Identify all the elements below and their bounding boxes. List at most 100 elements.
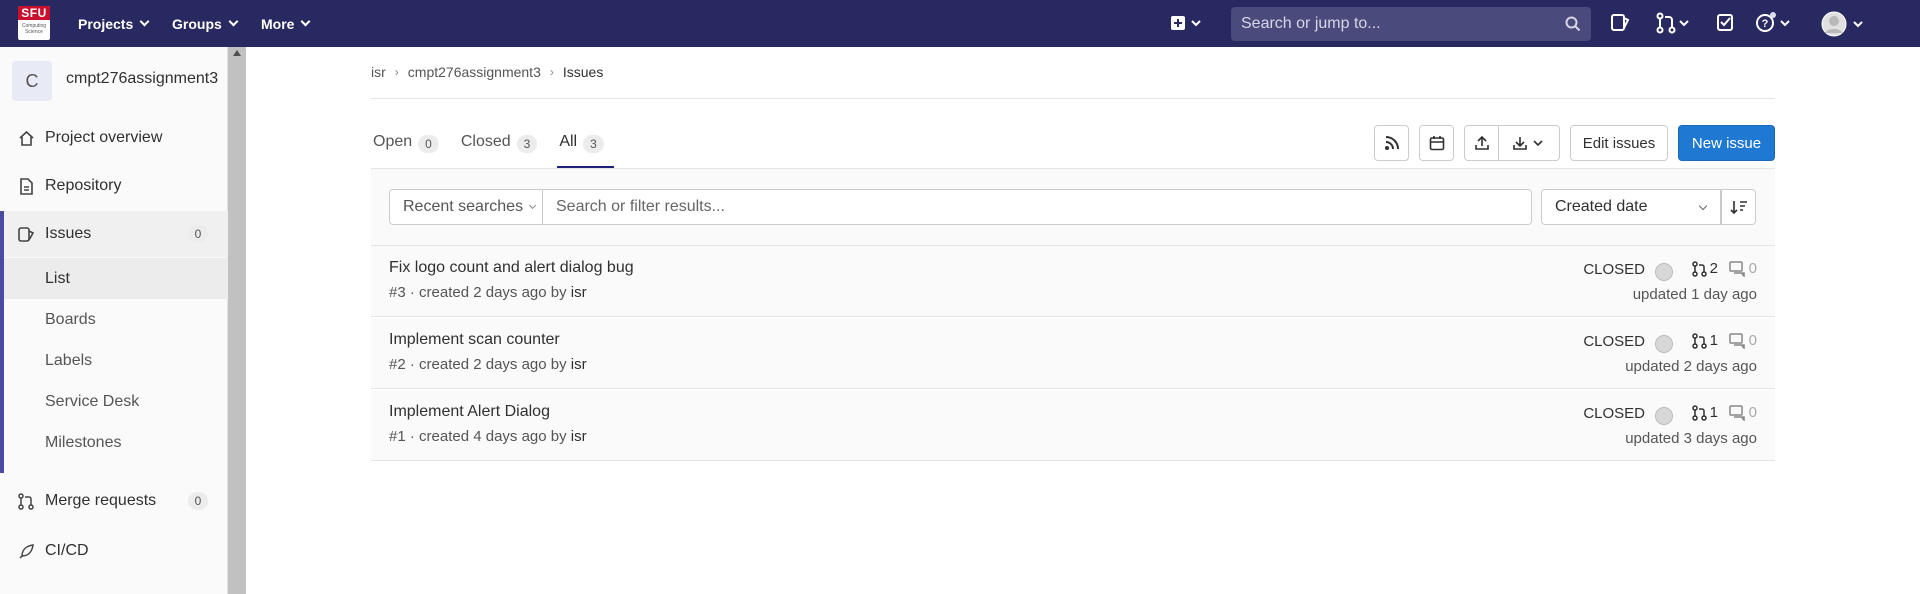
svg-text:?: ? [1762, 18, 1769, 30]
rss-icon [1384, 136, 1399, 150]
chevron-down-icon [301, 16, 311, 27]
merge-request-icon [1691, 260, 1707, 277]
new-dropdown[interactable] [1170, 12, 1204, 39]
sidebar-item-project-overview[interactable]: Project overview [0, 115, 228, 161]
merge-request-icon [1691, 332, 1707, 349]
export-dropdown-button[interactable] [1498, 125, 1560, 161]
upload-icon [1474, 135, 1489, 150]
project-name: cmpt276assignment3 [66, 70, 219, 87]
related-merge-requests: 1 [1691, 332, 1718, 349]
assignee-avatar[interactable] [1655, 407, 1673, 425]
tab-closed[interactable]: Closed 3 [459, 120, 540, 168]
issue-author-link[interactable]: isr [571, 284, 587, 301]
download-icon [1513, 137, 1543, 150]
comments-icon [1728, 404, 1745, 421]
chevron-down-icon [1698, 201, 1708, 211]
merge-request-icon [1691, 404, 1707, 421]
issues-count-badge: 0 [188, 225, 208, 243]
issue-comments[interactable]: 0 [1728, 404, 1757, 421]
assignee-avatar[interactable] [1655, 263, 1673, 281]
sidebar-scrollbar[interactable] [228, 47, 246, 594]
assignee-avatar[interactable] [1655, 335, 1673, 353]
tab-all[interactable]: All 3 [557, 120, 615, 168]
calendar-icon [1429, 136, 1444, 151]
project-avatar: C [12, 61, 52, 101]
issue-row[interactable]: Implement scan counter #2 · created 2 da… [371, 318, 1775, 389]
filter-search-input[interactable] [543, 189, 1532, 225]
issue-author-link[interactable]: isr [571, 428, 587, 445]
search-input[interactable] [1241, 15, 1561, 33]
sidebar-subitem-milestones[interactable]: Milestones [4, 422, 228, 463]
issue-title[interactable]: Fix logo count and alert dialog bug [389, 259, 634, 277]
breadcrumb-isr[interactable]: isr [371, 64, 386, 80]
more-menu[interactable]: More [261, 0, 311, 47]
sidebar-subitem-list[interactable]: List [4, 258, 228, 299]
new-issue-button[interactable]: New issue [1678, 125, 1775, 161]
chevron-right-icon: › [394, 65, 399, 79]
tab-open[interactable]: Open 0 [371, 120, 441, 168]
top-navbar: SFU Computing Science Projects Groups Mo… [0, 0, 1920, 47]
help-icon: ? [1756, 12, 1790, 32]
calendar-button[interactable] [1419, 125, 1454, 161]
scroll-up-arrow-icon[interactable] [233, 50, 241, 56]
sidebar-item-issues[interactable]: Issues 0 [0, 211, 228, 257]
global-search[interactable] [1231, 7, 1591, 41]
todos-shortcut[interactable] [1717, 12, 1735, 39]
sfu-logo[interactable]: SFU Computing Science [18, 6, 50, 40]
rocket-icon [19, 544, 34, 559]
issue-updated: updated 2 days ago [1625, 358, 1757, 375]
issue-title[interactable]: Implement scan counter [389, 331, 560, 349]
sort-dropdown[interactable]: Created date [1541, 189, 1721, 225]
sidebar-project-header[interactable]: C cmpt276assignment3 [0, 47, 228, 111]
issue-title[interactable]: Implement Alert Dialog [389, 403, 550, 421]
tab-count-badge: 3 [583, 135, 604, 153]
sidebar-item-ci-cd[interactable]: CI/CD [0, 528, 228, 574]
todo-check-icon [1717, 14, 1733, 31]
issue-author-link[interactable]: isr [571, 356, 587, 373]
issues-icon [1611, 14, 1630, 31]
issue-state: CLOSED [1583, 261, 1645, 278]
issue-state: CLOSED [1583, 405, 1645, 422]
issue-row[interactable]: Implement Alert Dialog #1 · created 4 da… [371, 390, 1775, 461]
sort-direction-button[interactable] [1721, 189, 1756, 225]
sidebar-subitem-service-desk[interactable]: Service Desk [4, 381, 228, 422]
filter-bar: Recent searches Created date [371, 169, 1775, 246]
user-menu[interactable] [1820, 10, 1868, 43]
issues-shortcut[interactable] [1610, 12, 1630, 39]
issue-updated: updated 3 days ago [1625, 430, 1757, 447]
projects-menu[interactable]: Projects [78, 0, 150, 47]
related-merge-requests: 1 [1691, 404, 1718, 421]
sidebar-subitem-boards[interactable]: Boards [4, 299, 228, 340]
home-icon [19, 130, 34, 146]
rss-button[interactable] [1374, 125, 1409, 161]
recent-searches-dropdown[interactable]: Recent searches [389, 189, 543, 225]
edit-issues-button[interactable]: Edit issues [1570, 125, 1668, 161]
related-merge-requests: 2 [1691, 260, 1718, 277]
merge-request-icon [18, 493, 34, 510]
issue-state-tabs: Open 0 Closed 3 All 3 [371, 120, 624, 168]
sidebar-item-repository[interactable]: Repository [0, 163, 228, 209]
sort-lowest-icon [1729, 201, 1747, 215]
merge-requests-shortcut[interactable] [1656, 12, 1692, 39]
doc-icon [20, 178, 33, 195]
groups-menu[interactable]: Groups [172, 0, 239, 47]
issue-meta: #1 · created 4 days ago by isr [389, 428, 587, 445]
chevron-right-icon: › [549, 65, 554, 79]
chevron-down-icon [139, 16, 150, 27]
help-menu[interactable]: ? [1755, 12, 1793, 39]
sidebar-subitem-labels[interactable]: Labels [4, 340, 228, 381]
import-button[interactable] [1464, 125, 1499, 161]
tab-count-badge: 3 [516, 135, 538, 153]
issue-row[interactable]: Fix logo count and alert dialog bug #3 ·… [371, 246, 1775, 317]
breadcrumb-issues[interactable]: Issues [563, 64, 603, 80]
chevron-down-icon [529, 201, 537, 210]
issue-updated: updated 1 day ago [1632, 286, 1757, 303]
issue-comments[interactable]: 0 [1728, 332, 1757, 349]
issue-comments[interactable]: 0 [1728, 260, 1757, 277]
issue-state: CLOSED [1583, 333, 1645, 350]
project-sidebar: C cmpt276assignment3 Project overview Re… [0, 47, 228, 594]
sidebar-item-merge-requests[interactable]: Merge requests 0 [0, 478, 228, 524]
issue-meta: #3 · created 2 days ago by isr [389, 284, 587, 301]
breadcrumb-project[interactable]: cmpt276assignment3 [408, 64, 541, 80]
tab-count-badge: 0 [418, 135, 439, 153]
